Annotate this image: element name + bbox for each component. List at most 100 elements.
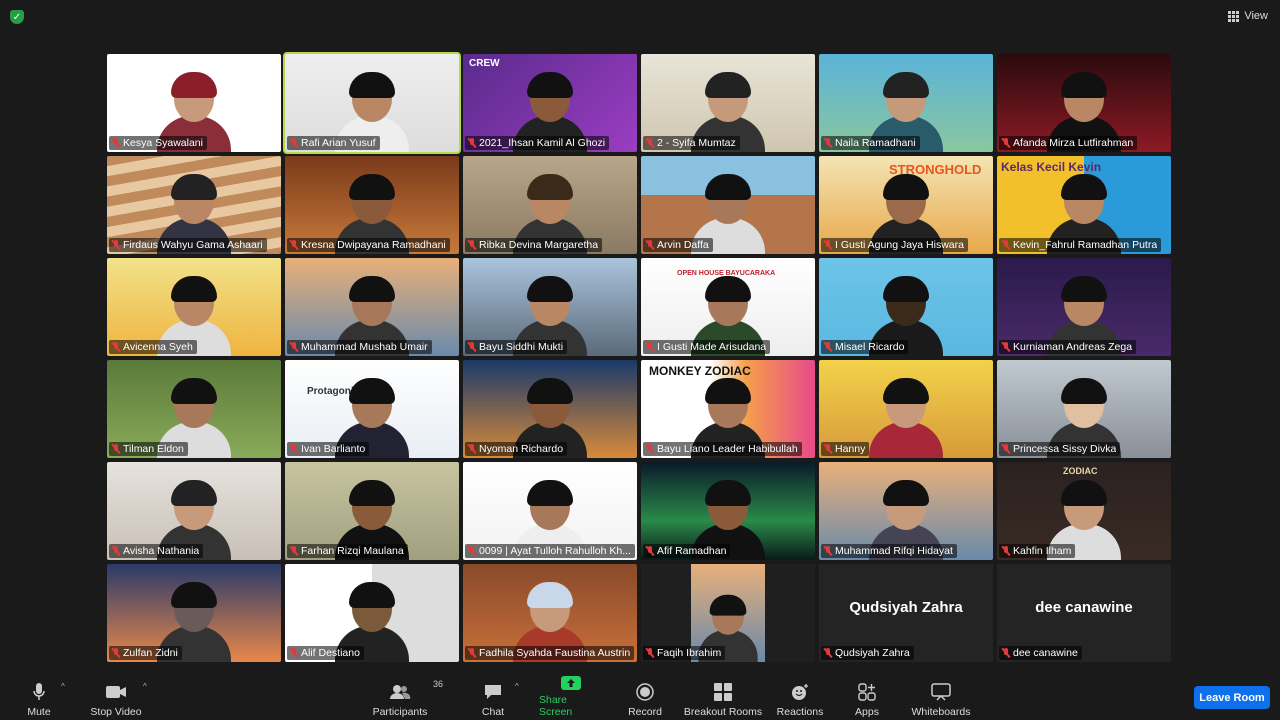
- muted-microphone-icon: [646, 444, 654, 454]
- video-tile[interactable]: Firdaus Wahyu Gama Ashaari: [107, 156, 281, 254]
- video-tile[interactable]: Fadhila Syahda Faustina Austrin: [463, 564, 637, 662]
- participant-name: Kurniaman Andreas Zega: [1013, 341, 1133, 353]
- video-tile[interactable]: Avicenna Syeh: [107, 258, 281, 356]
- video-tile[interactable]: MONKEY ZODIAC Bayu Liano Leader Habibulla…: [641, 360, 815, 458]
- participant-name: I Gusti Agung Jaya Hiswara: [835, 239, 964, 251]
- participant-name: Nyoman Richardo: [479, 443, 564, 455]
- participant-count: 36: [433, 679, 444, 689]
- participant-name-label: Farhan Rizqi Maulana: [287, 544, 408, 558]
- view-grid-icon: [1228, 10, 1240, 22]
- video-tile[interactable]: dee canawine dee canawine: [997, 564, 1171, 662]
- participant-name: Avicenna Syeh: [123, 341, 193, 353]
- participant-name: Qudsiyah Zahra: [835, 647, 910, 659]
- view-button[interactable]: View: [1228, 8, 1268, 24]
- participant-name: Naila Ramadhani: [835, 137, 916, 149]
- participant-name: Misael Ricardo: [835, 341, 905, 353]
- participant-name: 2021_Ihsan Kamil Al Ghozi: [479, 137, 606, 149]
- participant-name: Bayu Liano Leader Habibullah: [657, 443, 798, 455]
- muted-microphone-icon: [824, 240, 832, 250]
- video-tile[interactable]: Princessa Sissy Divka: [997, 360, 1171, 458]
- meeting-toolbar: Mute ^ Stop Video ^ 36 Participants Chat…: [0, 672, 1280, 720]
- share-screen-button[interactable]: Share Screen: [539, 676, 603, 718]
- video-options-caret[interactable]: ^: [143, 682, 147, 691]
- video-tile[interactable]: Naila Ramadhani: [819, 54, 993, 152]
- video-tile[interactable]: 2 - Syifa Mumtaz: [641, 54, 815, 152]
- muted-microphone-icon: [824, 138, 832, 148]
- video-tile[interactable]: Kresna Dwipayana Ramadhani: [285, 156, 459, 254]
- participants-button[interactable]: 36 Participants: [370, 678, 443, 718]
- participant-name-label: Faqih Ibrahim: [643, 646, 726, 660]
- participant-name-label: Tilman Eldon: [109, 442, 188, 456]
- record-button[interactable]: Record: [625, 678, 665, 718]
- apps-button[interactable]: Apps: [852, 678, 882, 718]
- video-tile[interactable]: Kurniaman Andreas Zega: [997, 258, 1171, 356]
- encryption-shield-icon[interactable]: ✓: [10, 10, 24, 24]
- mute-button[interactable]: Mute: [24, 678, 54, 718]
- video-tile[interactable]: OPEN HOUSE BAYUCARAKA I Gusti Made Arisud…: [641, 258, 815, 356]
- muted-microphone-icon: [290, 342, 298, 352]
- participant-name: I Gusti Made Arisudana: [657, 341, 767, 353]
- video-tile[interactable]: CREW 2021_Ihsan Kamil Al Ghozi: [463, 54, 637, 152]
- video-gallery: Kesya Syawalani Rafi Arian Yusuf CREW 2021_…: [107, 52, 1175, 666]
- video-tile[interactable]: Tilman Eldon: [107, 360, 281, 458]
- video-tile[interactable]: Hanny: [819, 360, 993, 458]
- participant-name-label: Zulfan Zidni: [109, 646, 182, 660]
- virtual-background-text: ZODIAC: [1063, 466, 1098, 476]
- video-tile[interactable]: Kelas Kecil Kevin Kevin_Fahrul Ramadhan P…: [997, 156, 1171, 254]
- video-tile[interactable]: Rafi Arian Yusuf: [283, 52, 461, 154]
- participant-name: 0099 | Ayat Tulloh Rahulloh Kh...: [479, 545, 631, 557]
- whiteboard-icon: [931, 681, 951, 703]
- video-tile[interactable]: Muhammad Rifqi Hidayat: [819, 462, 993, 560]
- video-tile[interactable]: Protagonist Ivan Barlianto: [285, 360, 459, 458]
- participant-name-label: I Gusti Made Arisudana: [643, 340, 771, 354]
- participant-name-label: 2021_Ihsan Kamil Al Ghozi: [465, 136, 610, 150]
- video-tile[interactable]: Kesya Syawalani: [107, 54, 281, 152]
- participant-name-label: Kevin_Fahrul Ramadhan Putra: [999, 238, 1162, 252]
- participant-name: Princessa Sissy Divka: [1013, 443, 1117, 455]
- video-tile[interactable]: Afif Ramadhan: [641, 462, 815, 560]
- participant-name: Hanny: [835, 443, 866, 455]
- mute-options-caret[interactable]: ^: [61, 682, 65, 691]
- participant-name: dee canawine: [1013, 647, 1078, 659]
- video-tile[interactable]: Avisha Nathania: [107, 462, 281, 560]
- video-tile[interactable]: Misael Ricardo: [819, 258, 993, 356]
- stop-video-button[interactable]: Stop Video: [88, 678, 144, 718]
- smiley-plus-icon: [790, 681, 810, 703]
- chat-options-caret[interactable]: ^: [515, 682, 519, 691]
- muted-microphone-icon: [112, 444, 120, 454]
- whiteboards-button[interactable]: Whiteboards: [908, 678, 974, 718]
- muted-microphone-icon: [646, 648, 654, 658]
- video-tile[interactable]: Ribka Devina Margaretha: [463, 156, 637, 254]
- video-tile[interactable]: Farhan Rizqi Maulana: [285, 462, 459, 560]
- video-tile[interactable]: 0099 | Ayat Tulloh Rahulloh Kh...: [463, 462, 637, 560]
- muted-microphone-icon: [112, 240, 120, 250]
- participant-name-label: Qudsiyah Zahra: [821, 646, 914, 660]
- participant-name: Farhan Rizqi Maulana: [301, 545, 404, 557]
- video-tile[interactable]: Muhammad Mushab Umair: [285, 258, 459, 356]
- video-tile[interactable]: Nyoman Richardo: [463, 360, 637, 458]
- breakout-rooms-button[interactable]: Breakout Rooms: [683, 678, 763, 718]
- video-tile[interactable]: Alif Destiano: [285, 564, 459, 662]
- video-tile[interactable]: Faqih Ibrahim: [641, 564, 815, 662]
- participant-name: Tilman Eldon: [123, 443, 184, 455]
- participant-name-label: Princessa Sissy Divka: [999, 442, 1121, 456]
- video-tile[interactable]: Qudsiyah Zahra Qudsiyah Zahra: [819, 564, 993, 662]
- muted-microphone-icon: [646, 138, 654, 148]
- video-tile[interactable]: Bayu Siddhi Mukti: [463, 258, 637, 356]
- participant-name-label: I Gusti Agung Jaya Hiswara: [821, 238, 968, 252]
- participant-name: Afanda Mirza Lutfirahman: [1013, 137, 1134, 149]
- video-tile[interactable]: STRONGHOLD I Gusti Agung Jaya Hiswara: [819, 156, 993, 254]
- participant-name: Ivan Barlianto: [301, 443, 366, 455]
- leave-room-button[interactable]: Leave Room: [1194, 686, 1270, 709]
- video-tile[interactable]: Zulfan Zidni: [107, 564, 281, 662]
- participant-name: Zulfan Zidni: [123, 647, 178, 659]
- video-tile[interactable]: ZODIAC Kahfin Ilham: [997, 462, 1171, 560]
- muted-microphone-icon: [468, 546, 476, 556]
- chat-bubble-icon: [483, 681, 503, 703]
- reactions-button[interactable]: Reactions: [776, 678, 824, 718]
- chat-button[interactable]: Chat: [478, 678, 508, 718]
- video-tile[interactable]: Afanda Mirza Lutfirahman: [997, 54, 1171, 152]
- breakout-rooms-icon: [714, 681, 732, 703]
- participant-name: Afif Ramadhan: [657, 545, 727, 557]
- video-tile[interactable]: Arvin Daffa: [641, 156, 815, 254]
